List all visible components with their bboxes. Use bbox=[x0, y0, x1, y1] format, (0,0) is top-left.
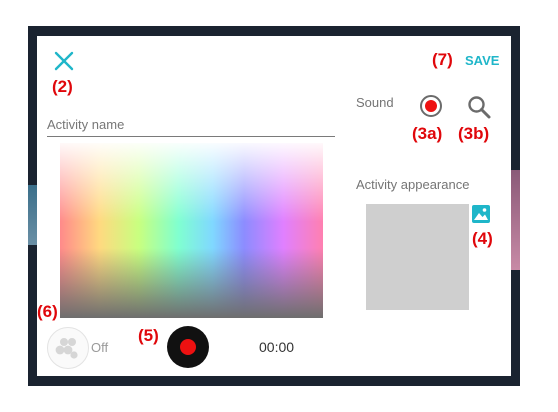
search-icon bbox=[468, 96, 491, 119]
annotation-search-sound: (3b) bbox=[458, 124, 490, 143]
annotation-loop: (6) bbox=[37, 302, 58, 321]
annotation-save: (7) bbox=[432, 50, 453, 69]
close-button[interactable] bbox=[53, 50, 75, 72]
search-sound-button[interactable] bbox=[466, 94, 492, 120]
annotation-close: (2) bbox=[52, 77, 73, 96]
timer: 00:00 bbox=[259, 339, 295, 355]
sound-label: Sound bbox=[356, 95, 394, 110]
annotation-record: (5) bbox=[138, 326, 159, 345]
record-dot-icon bbox=[180, 339, 196, 355]
appearance-label: Activity appearance bbox=[356, 177, 470, 192]
loop-state-label: Off bbox=[91, 340, 109, 355]
annotation-record-sound: (3a) bbox=[412, 124, 443, 143]
color-picker[interactable] bbox=[60, 143, 323, 318]
record-sound-button[interactable] bbox=[418, 93, 444, 119]
save-button[interactable]: SAVE bbox=[465, 53, 499, 68]
record-icon bbox=[420, 95, 442, 117]
close-icon bbox=[54, 51, 74, 71]
annotation-image: (4) bbox=[472, 229, 493, 248]
loop-toggle-button[interactable] bbox=[47, 327, 89, 369]
appearance-preview[interactable] bbox=[366, 204, 469, 310]
record-button[interactable] bbox=[167, 326, 209, 368]
activity-name-input[interactable] bbox=[47, 114, 335, 137]
loop-icon bbox=[55, 338, 78, 359]
image-button[interactable] bbox=[472, 205, 490, 223]
background-right-strip bbox=[510, 170, 520, 270]
image-icon bbox=[472, 205, 490, 223]
